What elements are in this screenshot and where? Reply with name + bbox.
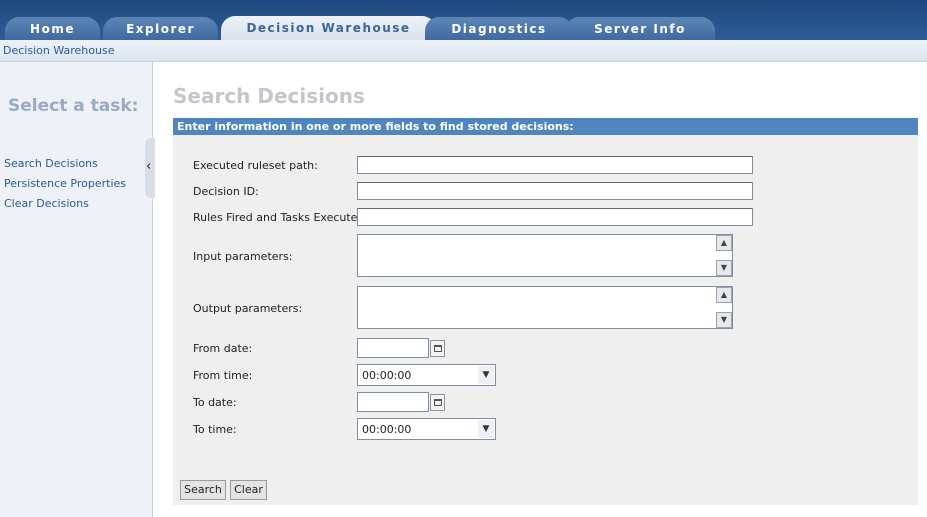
to-time-value: 00:00:00 <box>362 423 412 436</box>
input-parameters-textarea[interactable]: ▲ ▼ <box>357 234 733 277</box>
tab-diagnostics[interactable]: Diagnostics <box>425 17 573 40</box>
page-title: Search Decisions <box>173 84 365 108</box>
calendar-icon[interactable] <box>430 394 445 411</box>
tab-explorer[interactable]: Explorer <box>103 17 218 40</box>
to-time-label: To time: <box>193 423 237 436</box>
decision-id-input[interactable] <box>357 182 753 200</box>
breadcrumb[interactable]: Decision Warehouse <box>3 44 114 57</box>
search-button[interactable]: Search <box>180 480 226 500</box>
scroll-up-icon[interactable]: ▲ <box>716 235 732 251</box>
panel-header: Enter information in one or more fields … <box>173 118 918 135</box>
scroll-down-icon[interactable]: ▼ <box>716 260 732 276</box>
clear-button[interactable]: Clear <box>230 480 267 500</box>
input-parameters-label: Input parameters: <box>193 250 293 263</box>
chevron-left-icon: ‹ <box>146 159 152 174</box>
ruleset-path-label: Executed ruleset path: <box>193 159 318 172</box>
to-date-label: To date: <box>193 396 237 409</box>
sidebar-collapse-button[interactable]: ‹ <box>145 138 155 198</box>
to-time-select[interactable]: 00:00:00 ▼ <box>357 418 496 440</box>
rules-fired-input[interactable] <box>357 208 753 226</box>
sidebar-link-clear-decisions[interactable]: Clear Decisions <box>4 197 89 210</box>
to-date-input[interactable] <box>357 392 429 412</box>
scroll-up-icon[interactable]: ▲ <box>716 287 732 303</box>
calendar-icon[interactable] <box>430 340 445 357</box>
tab-decision-warehouse[interactable]: Decision Warehouse <box>221 16 436 40</box>
from-time-select[interactable]: 00:00:00 ▼ <box>357 364 496 386</box>
scroll-down-icon[interactable]: ▼ <box>716 312 732 328</box>
sidebar-link-persistence-properties[interactable]: Persistence Properties <box>4 177 126 190</box>
sidebar: Select a task: ‹ Search Decisions Persis… <box>0 62 155 517</box>
output-parameters-textarea[interactable]: ▲ ▼ <box>357 286 733 329</box>
decision-id-label: Decision ID: <box>193 185 259 198</box>
top-tab-bar: Home Explorer Decision Warehouse Diagnos… <box>0 0 927 40</box>
rules-fired-label: Rules Fired and Tasks Executed: <box>193 211 369 224</box>
ruleset-path-input[interactable] <box>357 156 753 174</box>
from-time-value: 00:00:00 <box>362 369 412 382</box>
tab-server-info[interactable]: Server Info <box>565 17 715 40</box>
from-date-input[interactable] <box>357 338 429 358</box>
tab-home[interactable]: Home <box>5 17 100 40</box>
output-parameters-label: Output parameters: <box>193 302 303 315</box>
breadcrumb-bar: Decision Warehouse <box>0 40 927 62</box>
from-time-label: From time: <box>193 369 253 382</box>
sidebar-link-search-decisions[interactable]: Search Decisions <box>4 157 98 170</box>
chevron-down-icon[interactable]: ▼ <box>478 366 494 384</box>
sidebar-title: Select a task: <box>8 96 139 116</box>
chevron-down-icon[interactable]: ▼ <box>478 420 494 438</box>
from-date-label: From date: <box>193 342 253 355</box>
